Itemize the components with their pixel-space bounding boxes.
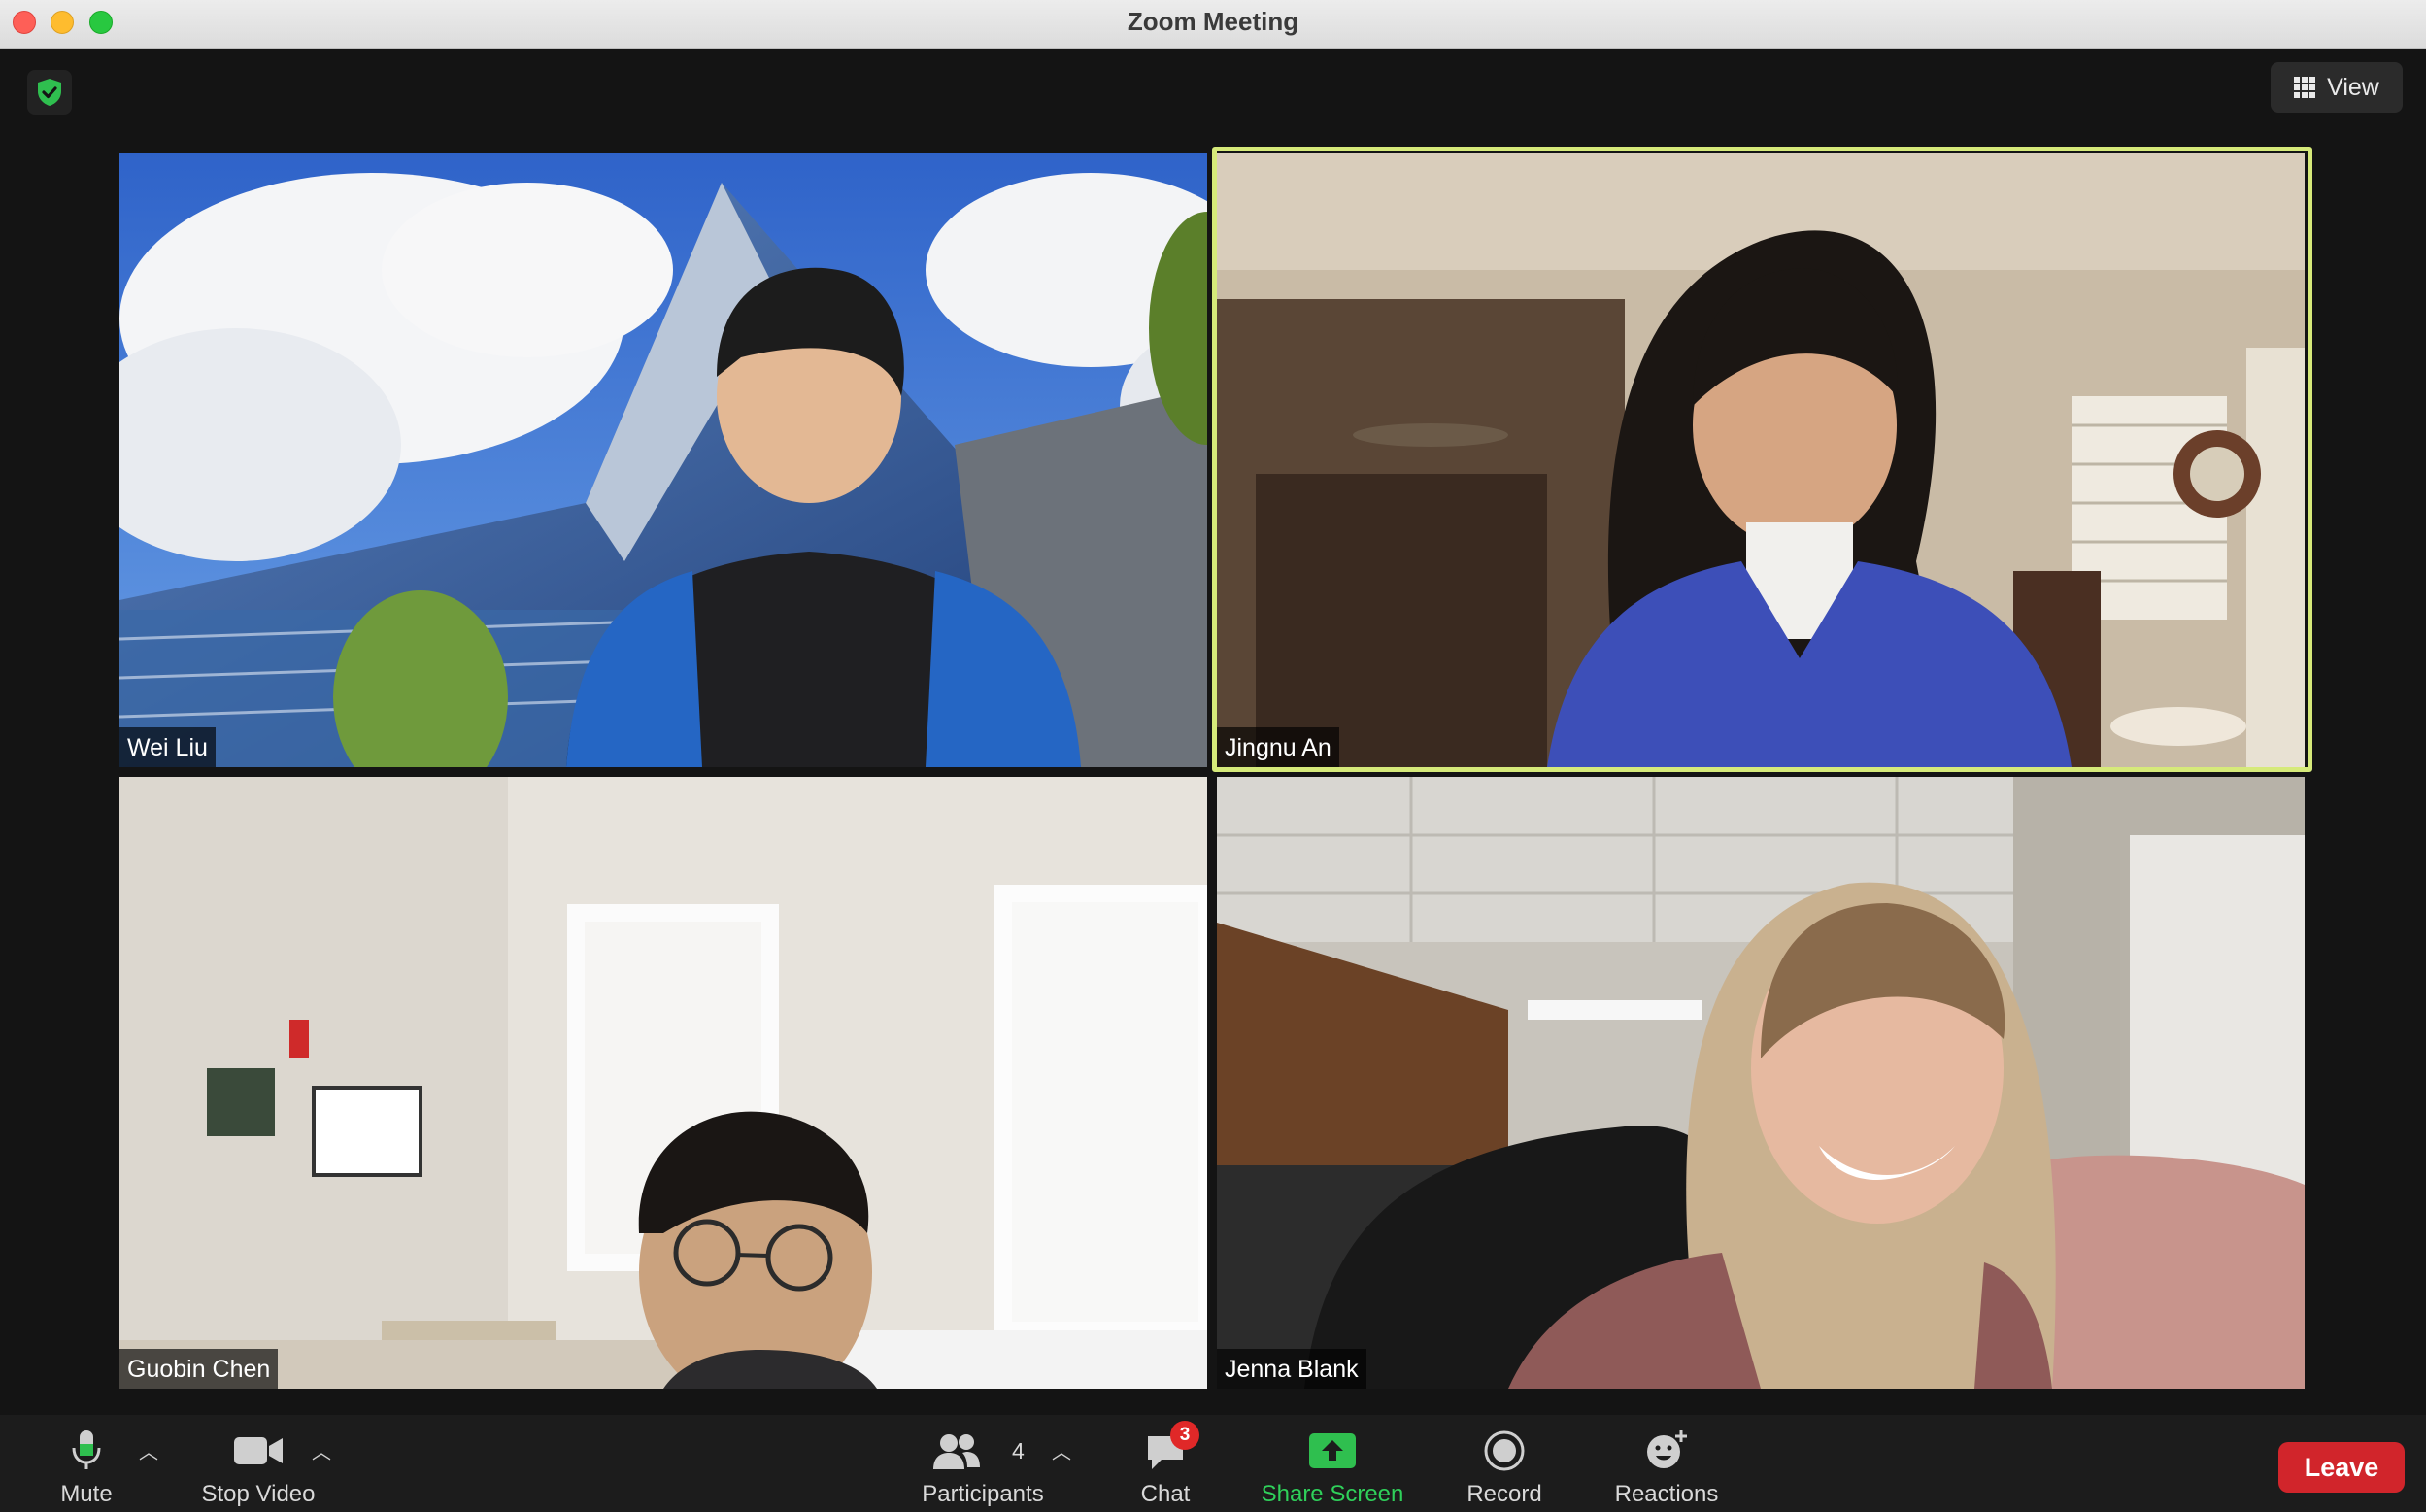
video-feed-wei-liu (119, 153, 1207, 767)
reactions-label: Reactions (1614, 1481, 1719, 1507)
microphone-icon (72, 1430, 101, 1469)
video-tile-guobin-chen[interactable]: Guobin Chen (119, 777, 1207, 1389)
grid-icon (2294, 77, 2316, 98)
video-feed-guobin-chen (119, 777, 1207, 1389)
audio-options-caret-up-icon[interactable]: ︿ (139, 1436, 158, 1464)
leave-button[interactable]: Leave (2278, 1442, 2405, 1493)
participant-name-guobin-chen: Guobin Chen (119, 1349, 279, 1389)
title-bar: Zoom Meeting (0, 0, 2426, 49)
window-title: Zoom Meeting (1127, 7, 1299, 36)
shield-check-icon (38, 79, 61, 106)
record-label: Record (1466, 1481, 1542, 1507)
meeting-toolbar: Mute ︿ Stop Video ︿ 4 Participants ︿ 3 C… (0, 1415, 2426, 1512)
participant-name-jenna-blank: Jenna Blank (1217, 1349, 1366, 1389)
video-options-caret-up-icon[interactable]: ︿ (312, 1436, 331, 1464)
share-screen-label: Share Screen (1261, 1481, 1404, 1507)
participant-name-jingnu-an: Jingnu An (1217, 727, 1339, 767)
video-tile-wei-liu[interactable]: Wei Liu (119, 153, 1207, 767)
record-button[interactable]: Record (1461, 1415, 1548, 1512)
video-tile-jenna-blank[interactable]: Jenna Blank (1217, 777, 2305, 1389)
video-tile-jingnu-an[interactable]: Jingnu An (1217, 153, 2305, 767)
view-label: View (2327, 73, 2379, 101)
video-feed-jenna-blank (1217, 777, 2305, 1389)
video-camera-icon (234, 1437, 283, 1464)
reactions-button[interactable]: Reactions (1604, 1415, 1729, 1512)
stop-video-label: Stop Video (201, 1481, 316, 1507)
chat-label: Chat (1140, 1481, 1191, 1507)
share-screen-button[interactable]: Share Screen (1253, 1415, 1412, 1512)
video-feed-jingnu-an (1217, 153, 2305, 767)
encryption-status-button[interactable] (27, 70, 72, 115)
reactions-icon (1647, 1430, 1687, 1468)
chat-unread-badge: 3 (1170, 1421, 1199, 1450)
participants-icon (933, 1434, 980, 1469)
participants-options-caret-up-icon[interactable]: ︿ (1052, 1436, 1071, 1464)
share-screen-icon (1309, 1433, 1356, 1468)
mute-button[interactable]: Mute (43, 1415, 130, 1512)
stop-video-button[interactable]: Stop Video (190, 1415, 326, 1512)
participants-label: Participants (922, 1481, 1044, 1507)
chat-button[interactable]: 3 Chat (1127, 1415, 1204, 1512)
view-button[interactable]: View (2271, 62, 2403, 113)
participants-count: 4 (1012, 1438, 1025, 1463)
participants-button[interactable]: 4 Participants (913, 1415, 1053, 1512)
participant-name-wei-liu: Wei Liu (119, 727, 216, 767)
meeting-stage: View Wei Liu Jingnu An Guobin Chen Jenna… (0, 49, 2426, 1415)
mute-label: Mute (60, 1481, 113, 1507)
record-icon (1484, 1430, 1525, 1471)
